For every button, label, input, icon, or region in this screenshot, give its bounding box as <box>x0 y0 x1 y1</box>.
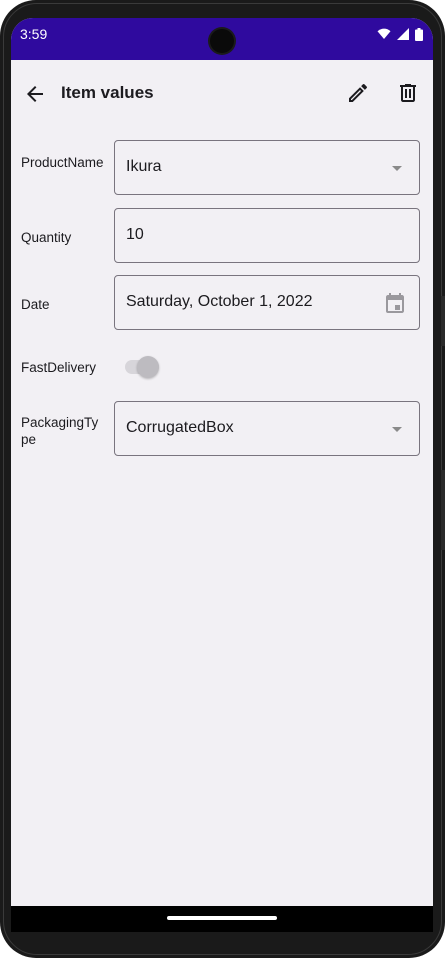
dropdown-arrow-icon <box>392 427 402 432</box>
app-bar: Item values <box>11 60 433 126</box>
battery-icon <box>415 27 423 41</box>
screen: 3:59 Item values ProductName Ikura Quant… <box>11 18 433 932</box>
page-title: Item values <box>61 83 154 102</box>
status-bar: 3:59 <box>11 18 433 60</box>
product-name-label: ProductName <box>21 155 104 170</box>
packaging-type-dropdown[interactable]: CorrugatedBox <box>114 401 420 456</box>
date-label: Date <box>21 297 50 312</box>
power-button <box>441 470 445 550</box>
packaging-type-label: PackagingType <box>21 415 99 447</box>
fast-delivery-switch[interactable] <box>125 355 161 379</box>
product-name-dropdown[interactable]: Ikura <box>114 140 420 195</box>
cellular-signal-icon <box>397 28 409 40</box>
front-camera <box>210 29 234 53</box>
fast-delivery-label: FastDelivery <box>21 360 97 375</box>
product-name-value: Ikura <box>126 158 162 175</box>
quantity-value: 10 <box>126 226 144 243</box>
quantity-label: Quantity <box>21 230 72 245</box>
date-field[interactable]: Saturday, October 1, 2022 <box>114 275 420 330</box>
switch-thumb <box>137 356 159 378</box>
home-gesture-handle[interactable] <box>167 916 277 920</box>
navigation-bar <box>11 906 433 932</box>
packaging-type-value: CorrugatedBox <box>126 419 234 436</box>
date-value: Saturday, October 1, 2022 <box>126 293 313 310</box>
volume-button <box>441 296 445 346</box>
pencil-icon[interactable] <box>346 81 370 105</box>
arrow-left-icon[interactable] <box>23 82 47 106</box>
trash-icon[interactable] <box>396 81 420 105</box>
dropdown-arrow-icon <box>392 166 402 171</box>
quantity-field[interactable]: 10 <box>114 208 420 263</box>
calendar-icon[interactable] <box>383 292 407 316</box>
status-icons <box>377 27 423 41</box>
status-time: 3:59 <box>20 26 48 42</box>
phone-frame: 3:59 Item values ProductName Ikura Quant… <box>0 0 445 958</box>
wifi-icon <box>377 28 391 39</box>
